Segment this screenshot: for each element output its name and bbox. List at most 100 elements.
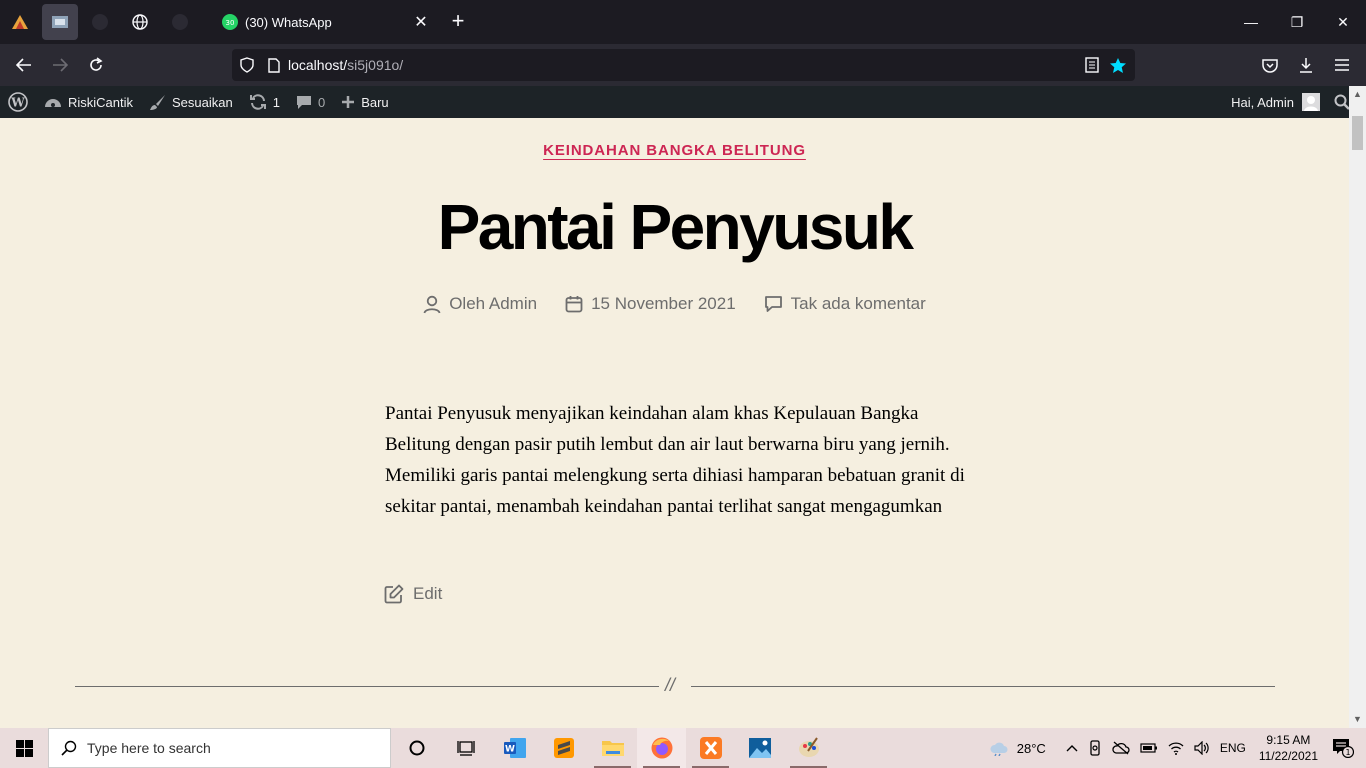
post-title: Pantai Penyusuk: [437, 191, 914, 263]
plus-icon: [342, 96, 355, 108]
pinned-tab-1[interactable]: [0, 0, 40, 44]
updates-icon: [249, 94, 266, 110]
tab-whatsapp[interactable]: 30 (30) WhatsApp ✕: [205, 0, 435, 44]
comment-icon: [764, 296, 782, 312]
paintbrush-icon: [150, 94, 166, 110]
reader-view-icon[interactable]: [1085, 57, 1099, 73]
chevron-up-icon: [1066, 745, 1078, 752]
photos-icon: [748, 738, 771, 758]
close-tab-icon[interactable]: ✕: [407, 12, 435, 32]
language-indicator[interactable]: ENG: [1215, 741, 1251, 755]
notification-center-button[interactable]: 1: [1326, 738, 1366, 758]
network-indicator[interactable]: [1163, 741, 1189, 755]
post-content-area: KEINDAHAN BANGKA BELITUNG Pantai Penyusu…: [0, 118, 1349, 728]
svg-text:1: 1: [1345, 748, 1350, 757]
weather-widget[interactable]: 28°C: [984, 740, 1051, 756]
customize-link[interactable]: Sesuaikan: [141, 86, 241, 118]
svg-text:W: W: [505, 745, 515, 755]
svg-text:W: W: [10, 96, 25, 110]
task-view-button[interactable]: [441, 728, 490, 768]
new-content-link[interactable]: Baru: [333, 86, 396, 118]
clock[interactable]: 9:15 AM 11/22/2021: [1251, 732, 1326, 764]
calendar-icon: [565, 296, 583, 313]
folder-app-icon: [52, 16, 68, 28]
xampp-icon: [699, 737, 722, 759]
wp-admin-bar: W RiskiCantik Sesuaikan 1 0 Baru Hai, Ad…: [0, 86, 1366, 118]
reload-icon[interactable]: [78, 49, 114, 81]
firefox-icon: [651, 737, 672, 759]
battery-indicator[interactable]: [1135, 743, 1163, 753]
wifi-icon: [1168, 742, 1184, 755]
tray-cloud-icon[interactable]: [1107, 741, 1135, 755]
dashboard-icon: [45, 99, 61, 107]
pinned-tab-3[interactable]: [80, 0, 120, 44]
updates-link[interactable]: 1: [241, 86, 288, 118]
tab-title: (30) WhatsApp: [245, 14, 332, 30]
taskbar-xampp[interactable]: [686, 728, 735, 768]
downloads-icon[interactable]: [1288, 49, 1324, 81]
pinned-tab-2[interactable]: [40, 0, 80, 44]
cloud-off-icon: [1112, 741, 1130, 755]
category-link[interactable]: KEINDAHAN BANGKA BELITUNG: [543, 142, 806, 159]
close-window-icon[interactable]: ✕: [1320, 0, 1366, 44]
edit-link[interactable]: Edit: [384, 584, 442, 604]
scroll-down-icon[interactable]: ▼: [1349, 711, 1366, 728]
volume-indicator[interactable]: [1189, 741, 1215, 755]
taskbar-photos[interactable]: [735, 728, 784, 768]
pocket-icon[interactable]: [1252, 49, 1288, 81]
restore-icon[interactable]: ❐: [1274, 0, 1320, 44]
taskbar-file-explorer[interactable]: [588, 728, 637, 768]
url-text: localhost/si5j091o/: [288, 57, 404, 73]
browser-tab-strip: 30 (30) WhatsApp ✕ + — ❐ ✕: [0, 0, 1366, 44]
bookmark-star-icon[interactable]: [1109, 57, 1127, 74]
shield-icon[interactable]: [240, 57, 254, 73]
back-icon[interactable]: [6, 49, 42, 81]
whatsapp-icon: 30: [222, 14, 238, 30]
page-scrollbar[interactable]: ▲ ▼: [1349, 86, 1366, 728]
cortana-button[interactable]: [392, 728, 441, 768]
user-icon: [423, 295, 441, 313]
svg-text:30: 30: [226, 19, 235, 27]
weather-icon: [990, 742, 1008, 756]
sublime-text-icon: [553, 738, 574, 758]
pinned-tab-5[interactable]: [160, 0, 200, 44]
post-comments[interactable]: Tak ada komentar: [764, 294, 926, 314]
site-name-link[interactable]: RiskiCantik: [36, 86, 141, 118]
page-icon[interactable]: [268, 57, 280, 73]
taskbar-word[interactable]: W: [490, 728, 539, 768]
tray-app-icon[interactable]: [1083, 740, 1107, 756]
menu-icon[interactable]: [1324, 49, 1360, 81]
taskbar-paint[interactable]: [784, 728, 833, 768]
my-account-link[interactable]: Hai, Admin: [1223, 86, 1326, 118]
taskbar-sublime[interactable]: [539, 728, 588, 768]
new-tab-button[interactable]: +: [444, 8, 472, 36]
post-body: Pantai Penyusuk menyajikan keindahan ala…: [385, 403, 965, 517]
paint-palette-icon: [798, 737, 819, 757]
scroll-up-icon[interactable]: ▲: [1349, 86, 1366, 103]
start-button[interactable]: [0, 728, 48, 768]
pinned-tab-4[interactable]: [120, 0, 160, 44]
wordpress-logo-button[interactable]: W: [0, 86, 36, 118]
post-author[interactable]: Oleh Admin: [423, 294, 537, 314]
browser-nav-bar: localhost/si5j091o/: [0, 44, 1366, 86]
taskbar-search-input[interactable]: Type here to search: [48, 728, 391, 768]
globe-icon: [132, 14, 148, 30]
post-date[interactable]: 15 November 2021: [565, 294, 736, 314]
notification-icon: 1: [1333, 739, 1354, 758]
post-category: KEINDAHAN BANGKA BELITUNG: [0, 142, 1349, 160]
comment-icon: [296, 96, 311, 109]
url-bar[interactable]: localhost/si5j091o/: [232, 49, 1135, 81]
scroll-thumb[interactable]: [1352, 116, 1363, 150]
comments-link[interactable]: 0: [288, 86, 333, 118]
taskbar-firefox[interactable]: [637, 728, 686, 768]
edit-icon: [384, 584, 404, 604]
avatar: [1302, 93, 1320, 111]
show-hidden-icons[interactable]: [1061, 744, 1083, 752]
minimize-icon[interactable]: —: [1228, 0, 1274, 44]
search-icon: [1334, 94, 1350, 110]
task-view-icon: [456, 741, 475, 756]
github-icon: [172, 14, 188, 30]
forward-icon[interactable]: [42, 49, 78, 81]
folder-icon: [601, 741, 624, 756]
windows-logo-icon: [15, 739, 33, 757]
